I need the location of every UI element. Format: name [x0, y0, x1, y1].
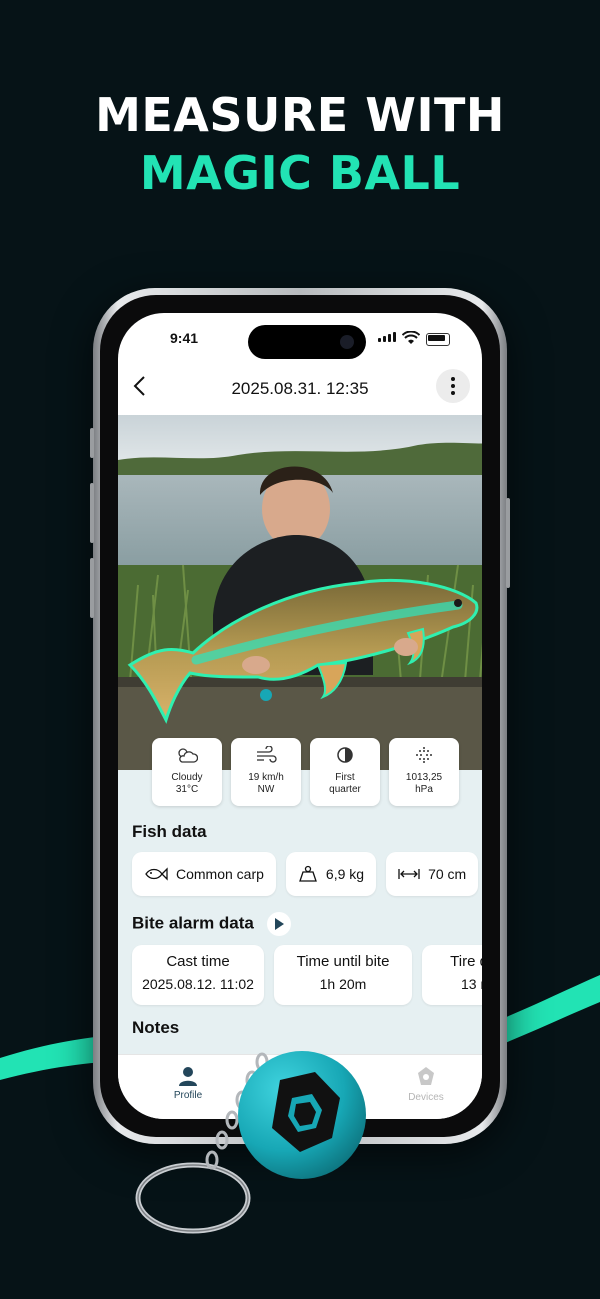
status-time: 9:41 — [170, 330, 199, 346]
length-value: 70 cm — [428, 866, 467, 882]
play-button[interactable] — [266, 912, 291, 936]
tire-duration-label: Tire durat — [450, 953, 482, 970]
bottom-tab-bar: Profile Devices — [118, 1054, 482, 1119]
signal-icon — [378, 332, 396, 342]
catch-details: Cloudy 31°C 19 km/h NW First quarter 101… — [118, 738, 482, 1059]
moon-phase-line2: quarter — [329, 784, 361, 795]
time-until-bite-card[interactable]: Time until bite 1h 20m — [274, 945, 412, 1005]
profile-icon — [179, 1067, 197, 1086]
battery-icon — [426, 333, 450, 346]
devices-icon — [418, 1067, 434, 1085]
weight-chip[interactable]: 6,9 kg — [285, 852, 377, 896]
pressure-unit: hPa — [415, 784, 433, 795]
tab-devices[interactable]: Devices — [386, 1065, 466, 1103]
time-until-bite-label: Time until bite — [296, 953, 390, 970]
weather-card-pressure: 1013,25 hPa — [389, 738, 459, 806]
catch-datetime-title: 2025.08.31. 12:35 — [231, 379, 369, 398]
weight-value: 6,9 kg — [325, 866, 365, 882]
tab-profile[interactable]: Profile — [148, 1065, 228, 1101]
weather-card-wind: 19 km/h NW — [231, 738, 301, 806]
phone-frame: 9:41 2025.08.31. 12:35 Cloudy 31°C 19 km… — [90, 288, 510, 1144]
status-bar: 9:41 — [118, 313, 482, 365]
cloud-sun-icon — [178, 748, 199, 763]
dynamic-island — [248, 325, 366, 359]
pressure-value: 1013,25 — [405, 772, 443, 783]
bite-alarm-cards: Cast time 2025.08.12. 11:02 Time until b… — [132, 945, 482, 1005]
wind-icon — [257, 745, 277, 763]
power-button — [506, 498, 510, 588]
fish-data-chips: Common carp 6,9 kg 70 cm — [132, 852, 482, 896]
play-icon — [274, 918, 284, 930]
fish-data-title: Fish data — [132, 822, 207, 841]
wind-speed: 19 km/h — [248, 772, 284, 783]
catch-photo-illustration — [118, 415, 482, 770]
length-icon — [398, 869, 420, 879]
more-options-button[interactable] — [436, 369, 470, 403]
cast-time-label: Cast time — [166, 953, 230, 970]
top-nav-bar: 2025.08.31. 12:35 — [118, 365, 482, 415]
tire-duration-value: 13 min — [460, 976, 482, 992]
volume-down-button — [90, 558, 94, 618]
fish-icon — [145, 867, 168, 881]
bite-alarm-title: Bite alarm data — [132, 913, 254, 933]
tab-profile-label: Profile — [173, 1090, 203, 1101]
weather-card-sky: Cloudy 31°C — [152, 738, 222, 806]
catch-photo[interactable] — [118, 415, 482, 770]
camera-icon — [340, 335, 354, 349]
tire-duration-card[interactable]: Tire durat 13 min — [422, 945, 482, 1005]
notes-title: Notes — [132, 1018, 180, 1037]
more-vertical-icon — [451, 377, 455, 381]
tab-devices-label: Devices — [408, 1092, 444, 1103]
weather-temperature: 31°C — [175, 784, 199, 795]
species-value: Common carp — [176, 866, 264, 882]
volume-up-button — [90, 483, 94, 543]
moon-phase-line1: First — [335, 772, 355, 783]
wifi-icon — [402, 331, 420, 344]
weather-card-moon: First quarter — [310, 738, 380, 806]
mute-switch — [90, 428, 94, 458]
species-chip[interactable]: Common carp — [132, 852, 276, 896]
wind-direction: NW — [257, 784, 275, 795]
app-screen: 9:41 2025.08.31. 12:35 Cloudy 31°C 19 km… — [118, 313, 482, 1119]
bite-alarm-title-row: Bite alarm data — [132, 912, 291, 936]
pressure-icon — [416, 747, 432, 763]
weather-cards: Cloudy 31°C 19 km/h NW First quarter 101… — [152, 738, 459, 806]
cast-time-value: 2025.08.12. 11:02 — [142, 976, 254, 992]
weather-sky-label: Cloudy — [171, 772, 203, 783]
moon-phase-icon — [337, 747, 353, 763]
length-chip[interactable]: 70 cm — [386, 852, 479, 896]
time-until-bite-value: 1h 20m — [319, 976, 367, 992]
weight-icon — [299, 865, 317, 882]
cast-time-card[interactable]: Cast time 2025.08.12. 11:02 — [132, 945, 264, 1005]
